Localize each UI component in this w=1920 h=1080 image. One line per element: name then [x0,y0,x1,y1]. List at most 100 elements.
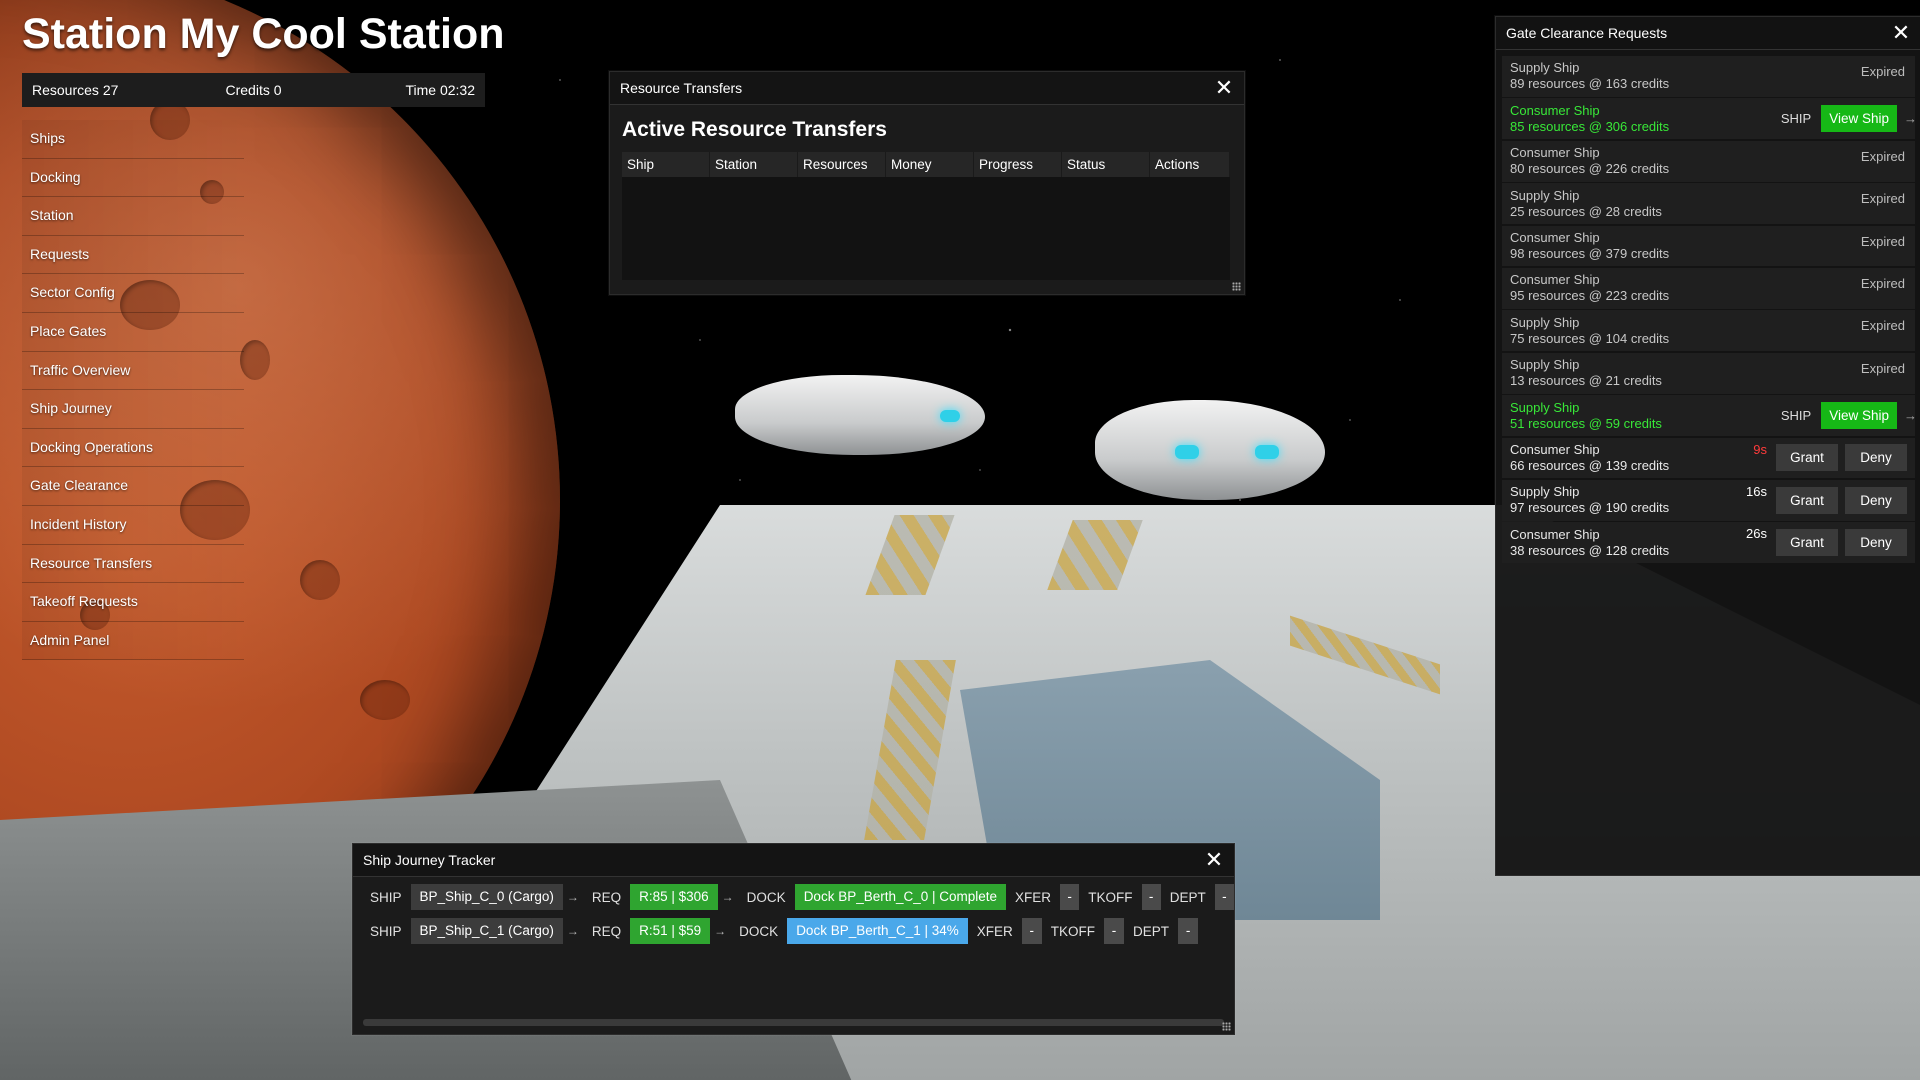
time-label: Time [405,82,437,98]
nav-item-place-gates[interactable]: Place Gates [22,312,244,352]
column-header-ship[interactable]: Ship [622,152,710,177]
request-chip[interactable]: R:85 | $306 [630,884,718,910]
request-ship-type: Consumer Ship [1510,102,1600,118]
tkoff-chip[interactable]: - [1141,884,1161,910]
dept-chip[interactable]: - [1214,884,1234,910]
view-ship-button[interactable]: View Ship [1821,402,1897,430]
request-status: Expired [1860,148,1905,164]
ship-journey-titlebar[interactable]: Ship Journey Tracker ✕ [353,844,1234,877]
request-ship-type: Consumer Ship [1510,272,1600,288]
gate-clearance-title: Gate Clearance Requests [1506,25,1668,41]
journey-row: SHIP BP_Ship_C_1 (Cargo) → REQ R:51 | $5… [361,917,1234,945]
grant-button[interactable]: Grant [1776,529,1838,557]
nav-item-docking[interactable]: Docking [22,158,244,198]
gate-request-row: Consumer Ship 85 resources @ 306 credits… [1502,98,1917,140]
tkoff-stage-label: TKOFF [1050,923,1096,939]
time-stat: Time 02:32 [327,82,475,98]
request-ship-type: Supply Ship [1510,357,1580,373]
dept-stage-label: DEPT [1169,889,1206,905]
nav-item-requests[interactable]: Requests [22,235,244,275]
nav-item-docking-operations[interactable]: Docking Operations [22,428,244,468]
journey-row: SHIP BP_Ship_C_0 (Cargo) → REQ R:85 | $3… [361,883,1234,911]
nav-item-admin-panel[interactable]: Admin Panel [22,621,244,661]
xfer-chip[interactable]: - [1021,918,1042,944]
request-ship-type: Consumer Ship [1510,441,1600,457]
gate-clearance-close-icon[interactable]: ✕ [1891,20,1911,45]
gate-clearance-titlebar[interactable]: Gate Clearance Requests ✕ [1496,17,1920,50]
request-details: 80 resources @ 226 credits [1510,161,1670,177]
nav-item-traffic-overview[interactable]: Traffic Overview [22,351,244,391]
nav-item-takeoff-requests[interactable]: Takeoff Requests [22,583,244,622]
dept-chip[interactable]: - [1178,918,1199,944]
gate-request-row: Consumer Ship 66 resources @ 139 credits… [1502,437,1915,479]
request-status: Expired [1860,191,1905,207]
xfer-chip[interactable]: - [1060,884,1080,910]
column-header-money[interactable]: Money [886,152,974,177]
request-ship-type: Consumer Ship [1510,145,1600,161]
request-ship-type: Supply Ship [1510,484,1580,500]
request-timer: 9s [1753,441,1767,457]
cargo-ship-1[interactable] [735,360,1005,490]
nav-item-ships[interactable]: Ships [22,120,244,159]
column-header-progress[interactable]: Progress [974,152,1062,177]
ship-name-chip[interactable]: BP_Ship_C_1 (Cargo) [410,918,563,944]
gate-request-row: Supply Ship 51 resources @ 59 credits SH… [1502,395,1917,436]
req-stage-label: REQ [591,923,622,939]
nav-item-incident-history[interactable]: Incident History [22,505,244,545]
grant-button[interactable]: Grant [1776,486,1838,514]
ship-stage-label: SHIP [370,923,402,939]
request-details: 97 resources @ 190 credits [1510,500,1670,516]
gate-request-row: Supply Ship 75 resources @ 104 credits E… [1502,310,1915,352]
arrow-right-icon: → [1904,408,1917,424]
deny-button[interactable]: Deny [1845,486,1907,514]
horizontal-scrollbar[interactable] [363,1019,1224,1026]
request-details: 51 resources @ 59 credits [1510,415,1662,431]
column-header-resources[interactable]: Resources [798,152,886,177]
nav-item-station[interactable]: Station [22,197,244,236]
resource-transfers-titlebar[interactable]: Resource Transfers ✕ [610,72,1244,105]
resource-transfers-title: Resource Transfers [620,80,743,96]
arrow-right-icon: → [566,924,579,938]
request-status: Expired [1860,233,1905,249]
credits-value: 0 [273,82,282,98]
view-ship-button[interactable]: View Ship [1821,105,1897,133]
nav-item-sector-config[interactable]: Sector Config [22,274,244,313]
resource-transfers-window: Resource Transfers ✕ Active Resource Tra… [609,71,1245,295]
arrow-right-icon: → [721,890,734,904]
column-header-status[interactable]: Status [1062,152,1150,177]
request-ship-type: Supply Ship [1510,314,1580,330]
request-ship-type: Consumer Ship [1510,526,1600,542]
gate-request-row: Supply Ship 89 resources @ 163 credits E… [1502,56,1915,97]
resource-transfers-close-icon[interactable]: ✕ [1214,75,1234,100]
ship-journey-title: Ship Journey Tracker [363,852,496,868]
ship-stage-label: SHIP [370,889,402,905]
cargo-ship-2[interactable] [1095,395,1345,525]
request-ship-type: Consumer Ship [1510,229,1600,245]
nav-item-gate-clearance[interactable]: Gate Clearance [22,467,244,506]
ship-journey-close-icon[interactable]: ✕ [1204,847,1224,872]
resize-grip-icon[interactable] [1222,1022,1231,1031]
deny-button[interactable]: Deny [1845,444,1907,472]
column-header-actions[interactable]: Actions [1150,152,1230,177]
station-title: Station My Cool Station [22,10,505,58]
dock-chip[interactable]: Dock BP_Berth_C_0 | Complete [794,884,1007,910]
request-details: 85 resources @ 306 credits [1510,118,1670,134]
nav-item-resource-transfers[interactable]: Resource Transfers [22,544,244,584]
column-header-station[interactable]: Station [710,152,798,177]
request-details: 13 resources @ 21 credits [1510,373,1662,389]
dock-chip[interactable]: Dock BP_Berth_C_1 | 34% [787,918,968,944]
deny-button[interactable]: Deny [1845,529,1907,557]
grant-button[interactable]: Grant [1776,444,1838,472]
request-timer: 16s [1746,483,1767,499]
tkoff-chip[interactable]: - [1104,918,1125,944]
ship-name-chip[interactable]: BP_Ship_C_0 (Cargo) [410,884,563,910]
xfer-stage-label: XFER [976,923,1013,939]
request-chip[interactable]: R:51 | $59 [630,918,711,944]
xfer-stage-label: XFER [1015,889,1052,905]
resize-grip-icon[interactable] [1232,282,1241,291]
resources-label: Resources [32,82,99,98]
dept-stage-label: DEPT [1133,923,1170,939]
request-details: 75 resources @ 104 credits [1510,330,1670,346]
nav-item-ship-journey[interactable]: Ship Journey [22,390,244,429]
transfers-table-header: Ship Station Resources Money Progress St… [622,152,1230,177]
